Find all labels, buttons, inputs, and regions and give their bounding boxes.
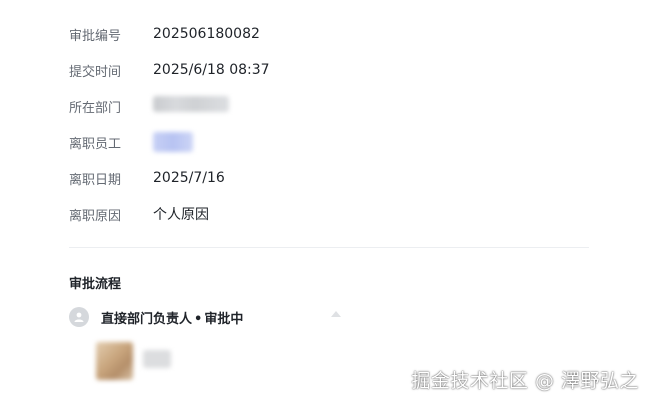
field-label: 所在部门	[69, 100, 122, 116]
watermark-text: 掘金技术社区 @ 澤野弘之	[411, 370, 639, 392]
approver-avatar-redacted	[96, 342, 133, 380]
employee-redacted[interactable]	[153, 132, 193, 152]
workflow-section-title: 审批流程	[69, 277, 122, 292]
user-avatar-icon	[69, 307, 89, 327]
step-status: 审批中	[204, 312, 244, 327]
leave-date-value: 2025/7/16	[153, 170, 225, 186]
field-label: 离职日期	[69, 172, 122, 188]
step-role: 直接部门负责人	[101, 312, 193, 327]
section-divider	[69, 247, 589, 248]
field-label: 提交时间	[69, 64, 122, 80]
workflow-step-text: 直接部门负责人 • 审批中	[101, 308, 243, 327]
step-separator: •	[194, 312, 203, 327]
chevron-up-icon[interactable]	[331, 311, 341, 317]
submit-time-value: 2025/6/18 08:37	[153, 62, 270, 78]
field-label: 离职员工	[69, 136, 122, 152]
approver-name-redacted	[143, 350, 171, 368]
field-label: 审批编号	[69, 28, 122, 44]
approval-number-value: 202506180082	[153, 26, 260, 42]
leave-reason-value: 个人原因	[153, 207, 209, 223]
field-label: 离职原因	[69, 208, 122, 224]
department-redacted	[153, 96, 229, 112]
approval-detail-page: 审批编号 202506180082 提交时间 2025/6/18 08:37 所…	[0, 0, 653, 405]
